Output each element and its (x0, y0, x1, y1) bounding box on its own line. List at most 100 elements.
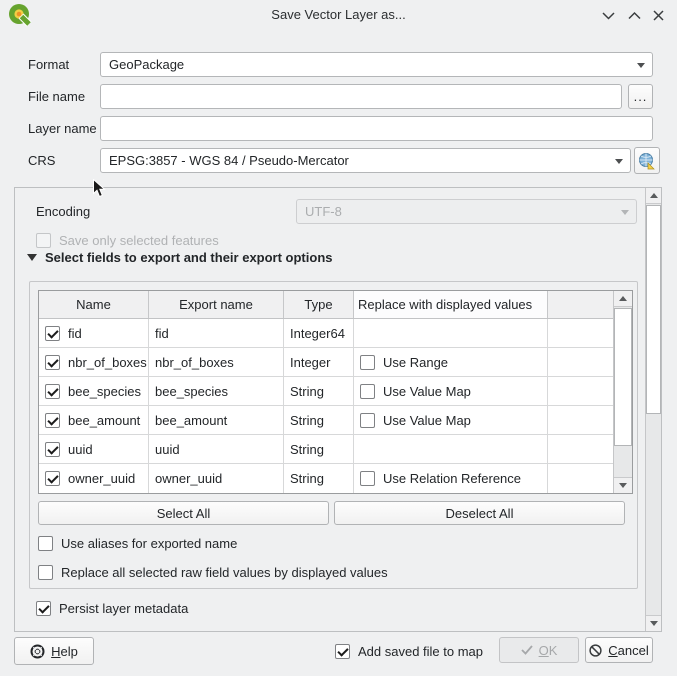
browse-file-button[interactable]: ... (628, 84, 653, 109)
select-all-label: Select All (157, 506, 210, 521)
crs-picker-button[interactable] (634, 147, 660, 174)
table-row[interactable]: owner_uuid owner_uuid String Use Relatio… (39, 464, 632, 493)
options-scroll-area: Encoding UTF-8 Save only selected featur… (14, 187, 662, 632)
checkbox-icon[interactable] (38, 536, 53, 551)
help-label: Help (51, 644, 78, 659)
crs-value: EPSG:3857 - WGS 84 / Pseudo-Mercator (109, 153, 349, 168)
field-export-name[interactable]: owner_uuid (149, 464, 284, 493)
persist-metadata-checkbox[interactable]: Persist layer metadata (36, 601, 188, 616)
ok-button[interactable]: OK (499, 637, 579, 663)
option-checkbox[interactable] (360, 413, 375, 428)
crs-combobox[interactable]: EPSG:3857 - WGS 84 / Pseudo-Mercator (100, 148, 631, 173)
cancel-label: Cancel (608, 643, 648, 658)
save-only-selected-checkbox: Save only selected features (36, 233, 219, 248)
option-checkbox[interactable] (360, 471, 375, 486)
option-label: Use Value Map (383, 384, 471, 399)
field-replace-option (354, 319, 548, 347)
table-scrollbar[interactable] (613, 291, 632, 493)
titlebar[interactable]: Save Vector Layer as... (0, 0, 677, 30)
dropdown-arrow-icon (621, 210, 629, 215)
add-saved-file-label: Add saved file to map (358, 644, 483, 659)
option-label: Use Relation Reference (383, 471, 521, 486)
field-name: fid (68, 326, 82, 341)
deselect-all-button[interactable]: Deselect All (334, 501, 625, 525)
close-icon[interactable] (651, 8, 666, 23)
ok-check-icon (521, 645, 533, 655)
cancel-button[interactable]: Cancel (585, 637, 653, 663)
column-header-export[interactable]: Export name (149, 291, 284, 318)
dropdown-arrow-icon (615, 159, 623, 164)
use-aliases-checkbox[interactable]: Use aliases for exported name (38, 536, 237, 551)
table-row[interactable]: bee_amount bee_amount String Use Value M… (39, 406, 632, 435)
option-checkbox[interactable] (360, 384, 375, 399)
option-label: Use Value Map (383, 413, 471, 428)
field-export-name[interactable]: fid (149, 319, 284, 347)
field-replace-option[interactable]: Use Value Map (354, 377, 548, 405)
dialog-footer: Help Add saved file to map OK Cancel (0, 632, 677, 676)
field-checkbox[interactable] (45, 326, 60, 341)
help-button[interactable]: Help (14, 637, 94, 665)
field-checkbox[interactable] (45, 413, 60, 428)
field-checkbox[interactable] (45, 355, 60, 370)
field-checkbox[interactable] (45, 384, 60, 399)
table-row[interactable]: bee_species bee_species String Use Value… (39, 377, 632, 406)
deselect-all-label: Deselect All (446, 506, 514, 521)
file-name-input[interactable] (100, 84, 622, 109)
fields-group-header[interactable]: Select fields to export and their export… (27, 250, 333, 265)
minimize-icon[interactable] (601, 8, 616, 23)
field-replace-option[interactable]: Use Relation Reference (354, 464, 548, 493)
options-scrollbar[interactable] (645, 188, 661, 631)
checkbox-icon[interactable] (36, 601, 51, 616)
cancel-slash-icon (589, 644, 602, 657)
field-type: String (284, 435, 354, 463)
table-row[interactable]: nbr_of_boxes nbr_of_boxes Integer Use Ra… (39, 348, 632, 377)
field-type: Integer (284, 348, 354, 376)
help-lifebuoy-icon (30, 644, 45, 659)
field-name: uuid (68, 442, 93, 457)
table-row[interactable]: fid fid Integer64 (39, 319, 632, 348)
globe-edit-icon (638, 152, 656, 170)
format-value: GeoPackage (109, 57, 184, 72)
field-checkbox[interactable] (45, 442, 60, 457)
fields-table-header: Name Export name Type Replace with displ… (39, 291, 632, 319)
field-export-name[interactable]: uuid (149, 435, 284, 463)
collapse-triangle-icon (27, 254, 37, 261)
column-header-replace[interactable]: Replace with displayed values (354, 291, 548, 318)
window-title: Save Vector Layer as... (0, 0, 677, 30)
save-only-selected-label: Save only selected features (59, 233, 219, 248)
scrollbar-thumb[interactable] (614, 308, 632, 446)
option-checkbox[interactable] (360, 355, 375, 370)
add-saved-file-checkbox[interactable]: Add saved file to map (335, 644, 483, 659)
scrollbar-up-icon[interactable] (646, 188, 661, 204)
field-replace-option[interactable]: Use Range (354, 348, 548, 376)
field-type: String (284, 406, 354, 434)
scrollbar-down-icon[interactable] (646, 615, 661, 631)
field-export-name[interactable]: nbr_of_boxes (149, 348, 284, 376)
replace-raw-values-label: Replace all selected raw field values by… (61, 565, 388, 580)
save-vector-layer-dialog: Save Vector Layer as... Format GeoPackag… (0, 0, 677, 676)
field-checkbox[interactable] (45, 471, 60, 486)
field-type: Integer64 (284, 319, 354, 347)
column-header-name[interactable]: Name (39, 291, 149, 318)
column-header-type[interactable]: Type (284, 291, 354, 318)
scrollbar-up-icon[interactable] (614, 291, 632, 307)
field-replace-option[interactable]: Use Value Map (354, 406, 548, 434)
field-export-name[interactable]: bee_species (149, 377, 284, 405)
field-type: String (284, 377, 354, 405)
maximize-icon[interactable] (627, 8, 642, 23)
table-row[interactable]: uuid uuid String (39, 435, 632, 464)
replace-raw-values-checkbox[interactable]: Replace all selected raw field values by… (38, 565, 388, 580)
ok-label: OK (539, 643, 558, 658)
encoding-combobox: UTF-8 (296, 199, 637, 224)
checkbox-icon[interactable] (38, 565, 53, 580)
select-all-button[interactable]: Select All (38, 501, 329, 525)
encoding-label: Encoding (36, 199, 90, 224)
format-combobox[interactable]: GeoPackage (100, 52, 653, 77)
crs-label: CRS (28, 148, 55, 173)
field-name: bee_species (68, 384, 141, 399)
checkbox-icon[interactable] (335, 644, 350, 659)
scrollbar-down-icon[interactable] (614, 477, 632, 493)
layer-name-input[interactable] (100, 116, 653, 141)
scrollbar-thumb[interactable] (646, 205, 661, 414)
field-export-name[interactable]: bee_amount (149, 406, 284, 434)
